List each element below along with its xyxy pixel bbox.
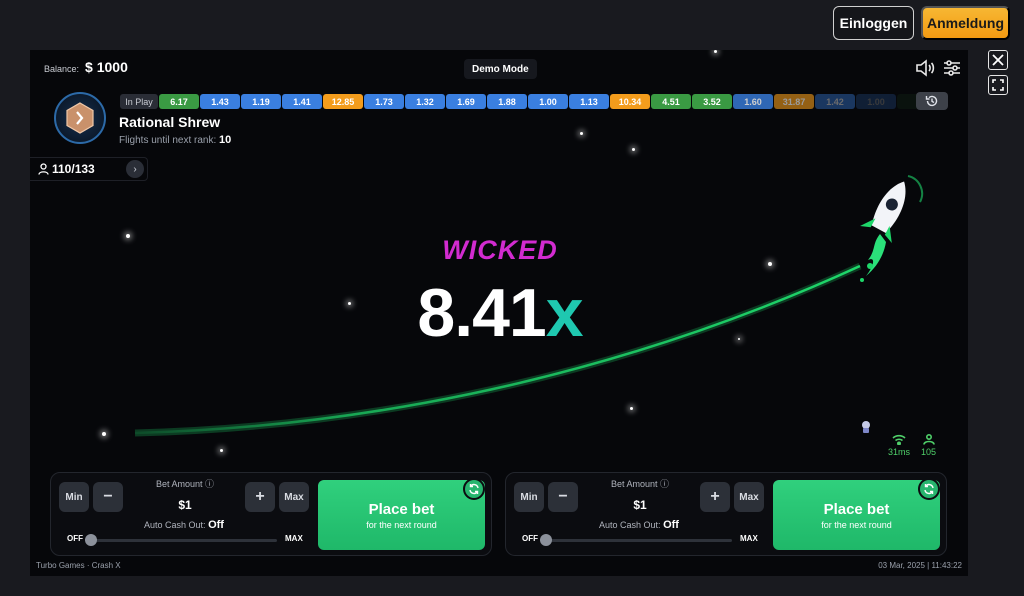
balance-display: Balance: $ 1000 bbox=[44, 59, 128, 75]
bet-panel-2: Min − Bet Amount ⓘ $1 + Max Auto Cash Ou… bbox=[505, 472, 947, 556]
history-multiplier: 1.88 bbox=[487, 94, 527, 109]
bet-amount-text: Bet Amount bbox=[610, 479, 658, 489]
min-bet-button[interactable]: Min bbox=[59, 482, 89, 512]
history-multiplier: 1.60 bbox=[733, 94, 773, 109]
auto-cashout-value: Off bbox=[663, 519, 679, 531]
history-multiplier: 12.85 bbox=[323, 94, 363, 109]
rocket-icon bbox=[860, 175, 924, 282]
history-multiplier: 1.00 bbox=[856, 94, 896, 109]
footer-brand: Turbo Games · Crash X bbox=[36, 561, 121, 570]
wifi-icon bbox=[892, 434, 906, 446]
history-multiplier: 6.17 bbox=[159, 94, 199, 109]
flights-value: 10 bbox=[219, 134, 232, 146]
flights-label: Flights until next rank: bbox=[119, 135, 217, 146]
balance-value: $ 1000 bbox=[85, 59, 128, 75]
bet-panel-1: Min − Bet Amount ⓘ $1 + Max Auto Cash Ou… bbox=[50, 472, 492, 556]
slider-handle[interactable] bbox=[85, 534, 97, 546]
close-icon[interactable] bbox=[988, 50, 1008, 70]
refresh-icon bbox=[469, 483, 479, 495]
min-bet-button[interactable]: Min bbox=[514, 482, 544, 512]
history-multiplier: 1.73 bbox=[364, 94, 404, 109]
history-multiplier: 1.43 bbox=[200, 94, 240, 109]
history-multiplier: 1.19 bbox=[241, 94, 281, 109]
history-multiplier: 10.34 bbox=[610, 94, 650, 109]
bet-amount-label: Bet Amount ⓘ bbox=[131, 477, 239, 490]
auto-cashout-label: Auto Cash Out: bbox=[144, 520, 206, 530]
increase-bet-button[interactable]: + bbox=[700, 482, 730, 512]
auto-bet-toggle[interactable] bbox=[463, 478, 485, 500]
auto-cashout-value: Off bbox=[208, 519, 224, 531]
info-icon[interactable]: ⓘ bbox=[205, 479, 214, 489]
decrease-bet-button[interactable]: − bbox=[548, 482, 578, 512]
demo-mode-badge: Demo Mode bbox=[464, 59, 537, 79]
ping-indicator: 31ms bbox=[888, 434, 910, 457]
multiplier-history: 6.17 1.43 1.19 1.41 12.85 1.73 1.32 1.69 1.88 1.0… bbox=[159, 94, 921, 109]
place-bet-label: Place bet bbox=[823, 500, 890, 518]
slider-off-label: OFF bbox=[522, 534, 538, 543]
history-multiplier: 1.42 bbox=[815, 94, 855, 109]
multiplier-number: 8.41 bbox=[417, 275, 546, 351]
rank-name: Rational Shrew bbox=[119, 114, 221, 130]
history-multiplier: 1.69 bbox=[446, 94, 486, 109]
history-multiplier: 3.52 bbox=[692, 94, 732, 109]
slider-max-label: MAX bbox=[285, 534, 303, 543]
max-bet-button[interactable]: Max bbox=[279, 482, 309, 512]
footer-datetime: 03 Mar, 2025 | 11:43:22 bbox=[878, 561, 962, 570]
ping-value: 31ms bbox=[888, 447, 911, 457]
history-icon[interactable] bbox=[916, 92, 948, 110]
sound-icon[interactable] bbox=[914, 58, 936, 78]
slider-max-label: MAX bbox=[740, 534, 758, 543]
settings-icon[interactable] bbox=[941, 58, 963, 78]
auto-cashout-slider[interactable] bbox=[542, 539, 732, 542]
chevron-right-icon[interactable]: › bbox=[126, 160, 144, 178]
user-icon bbox=[38, 163, 49, 175]
online-value: 105 bbox=[921, 447, 937, 457]
info-icon[interactable]: ⓘ bbox=[660, 479, 669, 489]
bet-amount-value[interactable]: $1 bbox=[131, 498, 239, 512]
auto-cashout: Auto Cash Out: Off bbox=[566, 519, 712, 531]
online-indicator: 105 bbox=[921, 433, 937, 457]
place-bet-button[interactable]: Place bet for the next round bbox=[773, 480, 940, 550]
max-bet-button[interactable]: Max bbox=[734, 482, 764, 512]
auto-bet-toggle[interactable] bbox=[918, 478, 940, 500]
users-online-icon bbox=[922, 433, 935, 445]
callout-text: WICKED bbox=[442, 235, 558, 265]
increase-bet-button[interactable]: + bbox=[245, 482, 275, 512]
slider-handle[interactable] bbox=[540, 534, 552, 546]
fullscreen-icon[interactable] bbox=[988, 75, 1008, 95]
astronaut-icon bbox=[862, 421, 870, 433]
history-multiplier: 1.41 bbox=[282, 94, 322, 109]
auto-cashout-label: Auto Cash Out: bbox=[599, 520, 661, 530]
login-button[interactable]: Einloggen bbox=[833, 6, 914, 40]
slider-off-label: OFF bbox=[67, 534, 83, 543]
bet-amount-text: Bet Amount bbox=[155, 479, 203, 489]
place-bet-button[interactable]: Place bet for the next round bbox=[318, 480, 485, 550]
rank-badge-icon bbox=[54, 92, 106, 144]
refresh-icon bbox=[924, 483, 934, 495]
current-multiplier: 8.41x bbox=[400, 274, 600, 352]
bet-amount-value[interactable]: $1 bbox=[586, 498, 694, 512]
history-multiplier: 31.87 bbox=[774, 94, 814, 109]
history-multiplier: 1.00 bbox=[528, 94, 568, 109]
auto-cashout-slider[interactable] bbox=[87, 539, 277, 542]
history-multiplier: 1.13 bbox=[569, 94, 609, 109]
multiplier-suffix: x bbox=[545, 275, 584, 351]
balance-label: Balance: bbox=[44, 64, 80, 74]
place-bet-label: Place bet bbox=[368, 500, 435, 518]
auto-cashout: Auto Cash Out: Off bbox=[111, 519, 257, 531]
history-multiplier: 4.51 bbox=[651, 94, 691, 109]
place-bet-sublabel: for the next round bbox=[821, 519, 892, 530]
place-bet-sublabel: for the next round bbox=[366, 519, 437, 530]
bet-amount-label: Bet Amount ⓘ bbox=[586, 477, 694, 490]
in-play-label: In Play bbox=[120, 94, 158, 109]
players-value: 110/133 bbox=[52, 162, 95, 176]
game-area: Balance: $ 1000 Demo Mode Rational Shrew… bbox=[30, 50, 968, 576]
signup-button[interactable]: Anmeldung bbox=[921, 6, 1010, 40]
history-multiplier: 1.32 bbox=[405, 94, 445, 109]
rank-progress: Flights until next rank: 10 bbox=[119, 134, 231, 146]
decrease-bet-button[interactable]: − bbox=[93, 482, 123, 512]
